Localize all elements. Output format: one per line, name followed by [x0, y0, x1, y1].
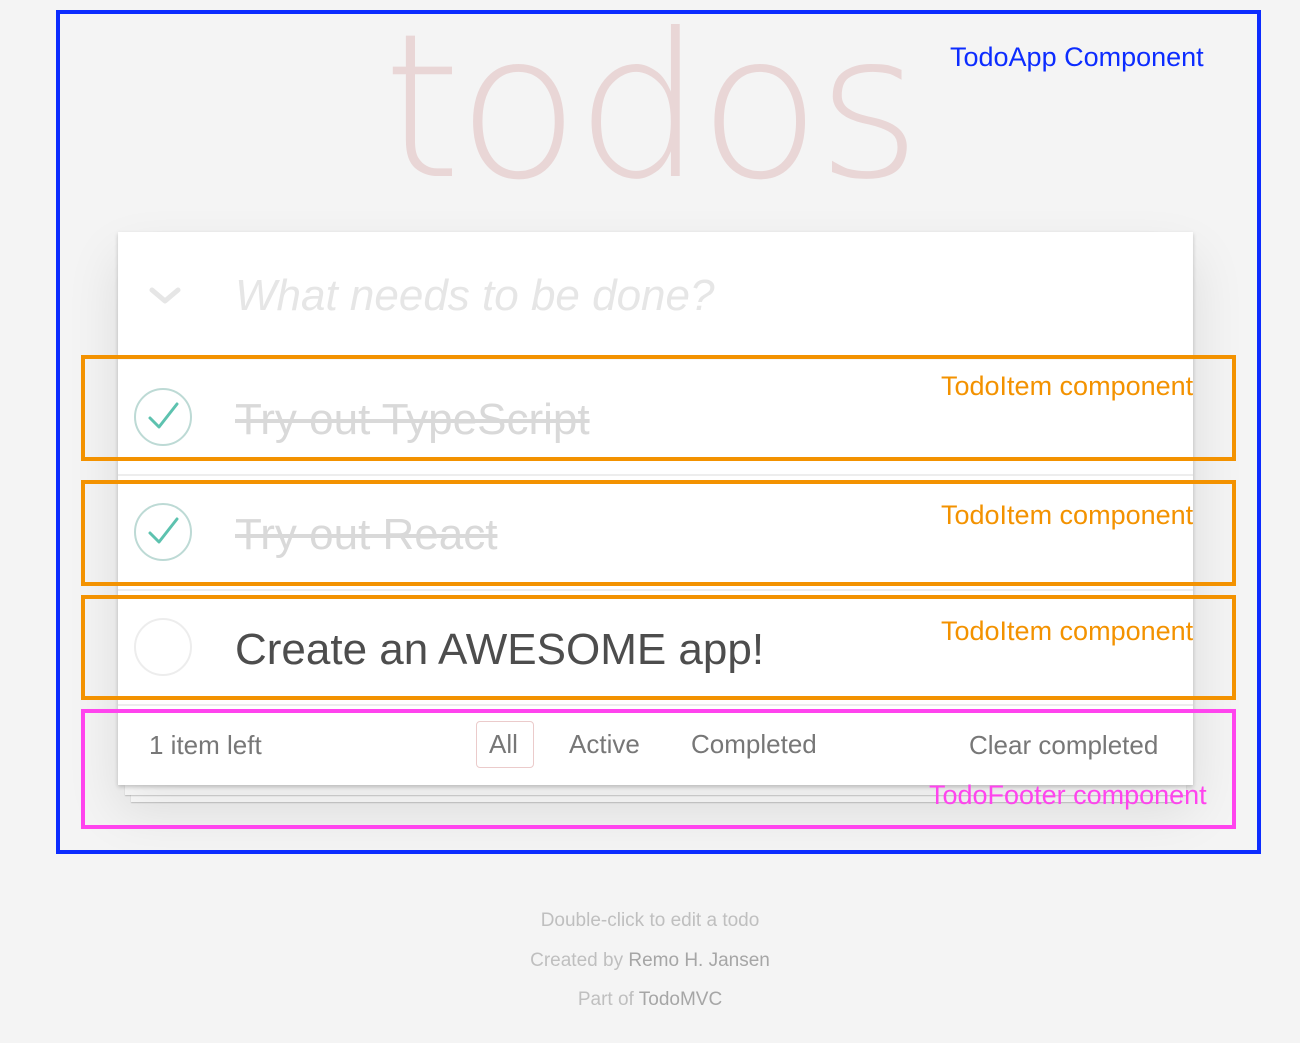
todofooter-component-box: [81, 709, 1236, 829]
credits: Created by Remo H. Jansen: [0, 950, 1300, 972]
todoitem-component-box: [81, 480, 1236, 586]
todoapp-component-label: TodoApp Component: [950, 42, 1204, 72]
edit-hint: Double-click to edit a todo: [540, 910, 760, 931]
todoitem-component-box: [81, 595, 1236, 700]
todoitem-component-label: TodoItem component: [941, 371, 1194, 401]
project-prefix: Part of: [577, 989, 634, 1010]
todoitem-component-label: TodoItem component: [941, 616, 1194, 646]
credits-prefix: Created by: [530, 950, 624, 971]
todoitem-component-label: TodoItem component: [941, 500, 1194, 530]
todofooter-component-label: TodoFooter component: [929, 780, 1207, 810]
project-credit: Part of TodoMVC: [0, 989, 1300, 1011]
author-link[interactable]: Remo H. Jansen: [628, 950, 770, 971]
project-link[interactable]: TodoMVC: [639, 989, 722, 1010]
